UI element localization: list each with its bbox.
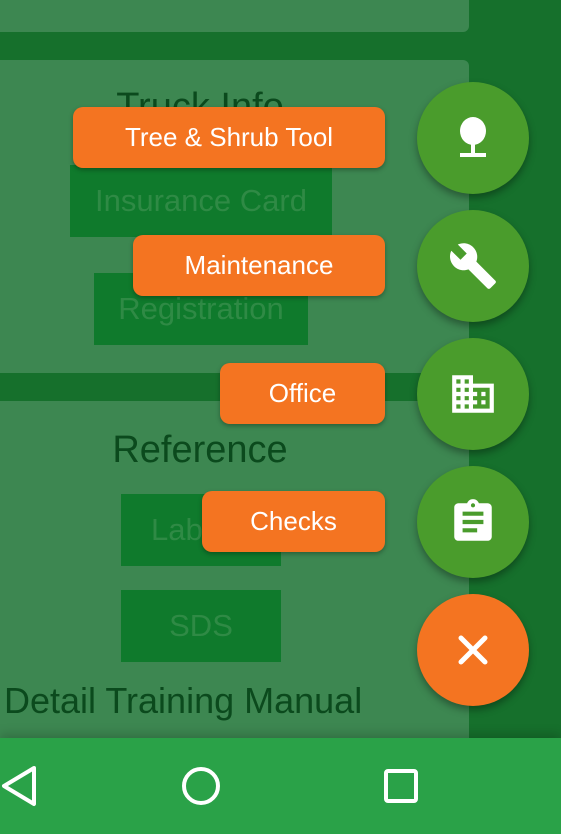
- insurance-card-button[interactable]: Insurance Card: [70, 165, 332, 237]
- maintenance-fab[interactable]: [417, 210, 529, 322]
- checks-label[interactable]: Checks: [202, 491, 385, 552]
- tree-shrub-tool-fab[interactable]: [417, 82, 529, 194]
- tree-icon: [460, 117, 486, 157]
- wrench-icon: [449, 243, 496, 289]
- back-button[interactable]: [0, 738, 58, 834]
- home-button[interactable]: [161, 738, 241, 834]
- checks-fab[interactable]: [417, 466, 529, 578]
- previous-card: [0, 0, 469, 32]
- tree-shrub-tool-label[interactable]: Tree & Shrub Tool: [73, 107, 385, 168]
- office-label[interactable]: Office: [220, 363, 385, 424]
- navigation-bar: [0, 738, 561, 834]
- recents-button[interactable]: [361, 738, 441, 834]
- recents-icon: [384, 769, 418, 803]
- office-fab[interactable]: [417, 338, 529, 450]
- reference-title: Reference: [112, 429, 288, 471]
- detail-training-manual-title[interactable]: Detail Training Manual: [4, 680, 362, 722]
- close-menu-fab[interactable]: [417, 594, 529, 706]
- home-icon: [182, 767, 220, 805]
- sds-button[interactable]: SDS: [121, 590, 281, 662]
- back-icon: [2, 766, 36, 806]
- building-icon: [452, 375, 494, 413]
- clipboard-icon: [454, 499, 492, 541]
- maintenance-label[interactable]: Maintenance: [133, 235, 385, 296]
- screen: Truck Info Insurance Card Registration R…: [0, 0, 561, 834]
- close-icon: [458, 635, 488, 665]
